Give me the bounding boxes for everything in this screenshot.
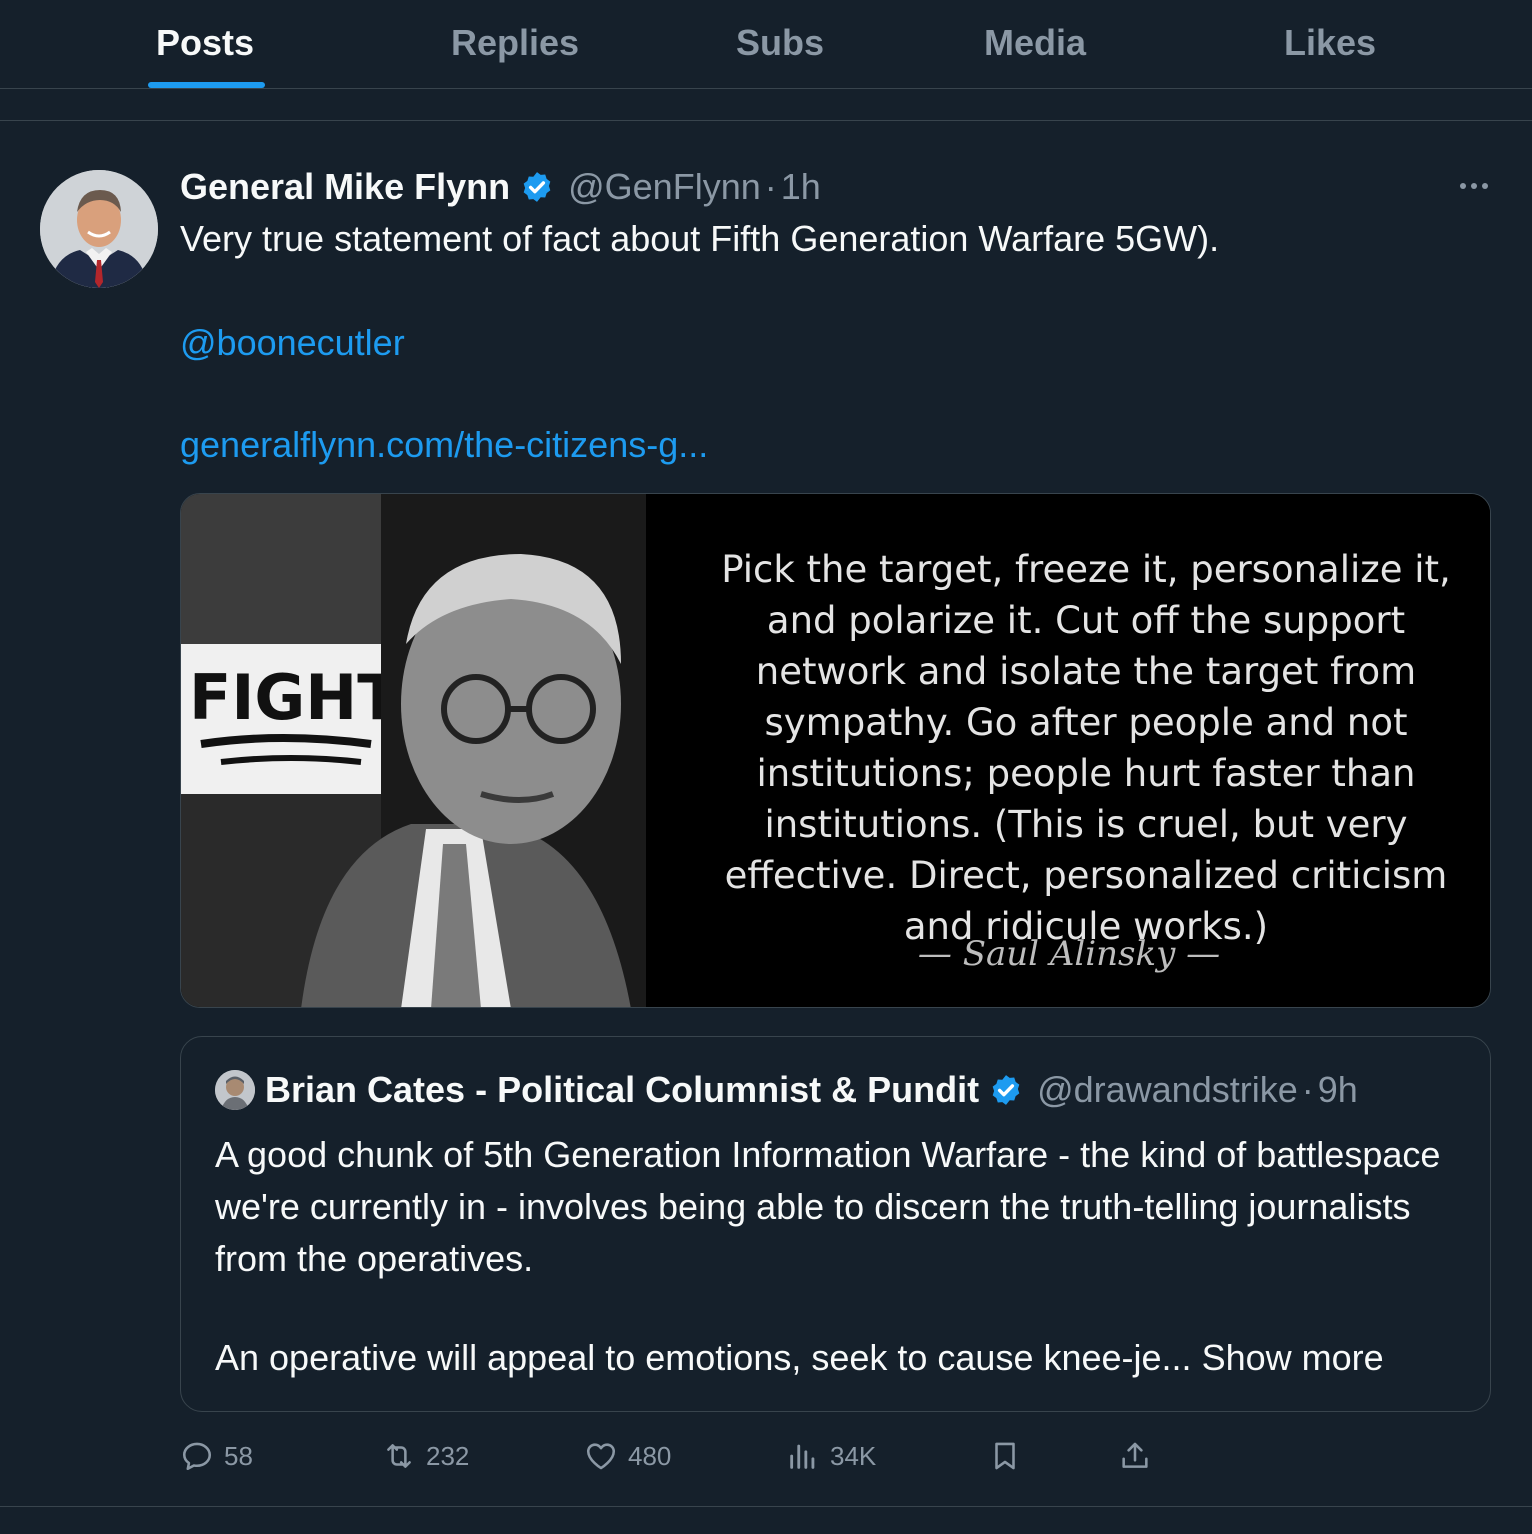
show-more-link[interactable]: Show more xyxy=(1202,1337,1384,1378)
quoted-avatar-image xyxy=(215,1070,255,1110)
tab-replies[interactable]: Replies xyxy=(420,0,610,88)
tab-posts[interactable]: Posts xyxy=(120,0,290,88)
quoted-author-avatar xyxy=(215,1070,255,1110)
tab-subs-label: Subs xyxy=(735,22,824,63)
quote-panel: Pick the target, freeze it, personalize … xyxy=(646,494,1490,1007)
reply-button[interactable]: 58 xyxy=(180,1434,253,1478)
external-link[interactable]: generalflynn.com/the-citizens-g... xyxy=(180,424,708,466)
tab-subs[interactable]: Subs xyxy=(700,0,860,88)
separator-dot: · xyxy=(764,166,777,207)
like-icon xyxy=(586,1443,616,1470)
more-options-button[interactable] xyxy=(1452,168,1496,204)
avatar-image xyxy=(40,170,158,288)
repost-icon xyxy=(387,1444,411,1468)
quoted-paragraph-2-line: An operative will appeal to emotions, se… xyxy=(215,1337,1384,1379)
verified-badge-icon xyxy=(992,1075,1020,1105)
mention-link[interactable]: @boonecutler xyxy=(180,322,405,364)
quoted-post[interactable]: Brian Cates - Political Columnist & Pund… xyxy=(180,1036,1491,1412)
author-avatar[interactable] xyxy=(40,170,158,288)
quoted-paragraph-1: A good chunk of 5th Generation Informati… xyxy=(215,1134,1441,1279)
like-count: 480 xyxy=(628,1440,672,1471)
quoted-post-timestamp[interactable]: 9h xyxy=(1318,1069,1358,1111)
tab-likes[interactable]: Likes xyxy=(1250,0,1410,88)
quoted-post-text: A good chunk of 5th Generation Informati… xyxy=(215,1129,1455,1285)
like-button[interactable]: 480 xyxy=(584,1434,671,1478)
divider xyxy=(0,120,1532,121)
reply-icon xyxy=(182,1442,212,1471)
reply-count: 58 xyxy=(224,1440,253,1471)
bookmark-button[interactable] xyxy=(988,1434,1032,1478)
views-button[interactable]: 34K xyxy=(786,1434,876,1478)
author-name[interactable]: General Mike Flynn xyxy=(180,166,510,208)
more-icon xyxy=(1460,183,1488,189)
quoted-author-name[interactable]: Brian Cates - Political Columnist & Pund… xyxy=(265,1069,979,1111)
separator-dot: · xyxy=(1301,1069,1314,1110)
tab-posts-label: Posts xyxy=(155,22,255,63)
author-handle[interactable]: @GenFlynn xyxy=(568,166,761,208)
quoted-post-header: Brian Cates - Political Columnist & Pund… xyxy=(215,1067,1358,1113)
tab-replies-label: Replies xyxy=(450,22,580,63)
profile-tabs: Posts Replies Subs Media Likes xyxy=(0,0,1532,89)
quoted-author-handle[interactable]: @drawandstrike xyxy=(1037,1069,1298,1111)
active-tab-indicator xyxy=(148,82,265,88)
portrait-photo: FIGHT xyxy=(181,494,646,1007)
tab-media-label: Media xyxy=(983,22,1087,63)
post-header: General Mike Flynn @GenFlynn · 1h xyxy=(180,164,821,210)
repost-count: 232 xyxy=(426,1440,470,1471)
views-icon xyxy=(790,1444,815,1469)
tab-media[interactable]: Media xyxy=(950,0,1120,88)
photo-illustration: FIGHT xyxy=(181,494,646,1007)
post-media-image[interactable]: FIGHT Pick the target, freeze it, person… xyxy=(180,493,1491,1008)
quote-attribution: — Saul Alinsky — xyxy=(917,934,1221,974)
post-timestamp[interactable]: 1h xyxy=(781,166,821,208)
bookmark-icon xyxy=(995,1442,1015,1470)
share-button[interactable] xyxy=(1118,1434,1162,1478)
share-icon xyxy=(1122,1442,1148,1468)
divider xyxy=(0,1506,1532,1507)
tab-likes-label: Likes xyxy=(1283,22,1377,63)
repost-button[interactable]: 232 xyxy=(382,1434,469,1478)
sign-text: FIGHT xyxy=(189,661,400,734)
verified-badge-icon xyxy=(523,172,551,202)
quoted-paragraph-2: An operative will appeal to emotions, se… xyxy=(215,1337,1192,1378)
quote-text: Pick the target, freeze it, personalize … xyxy=(721,548,1451,948)
views-count: 34K xyxy=(830,1440,877,1471)
post-text: Very true statement of fact about Fifth … xyxy=(180,218,1220,259)
